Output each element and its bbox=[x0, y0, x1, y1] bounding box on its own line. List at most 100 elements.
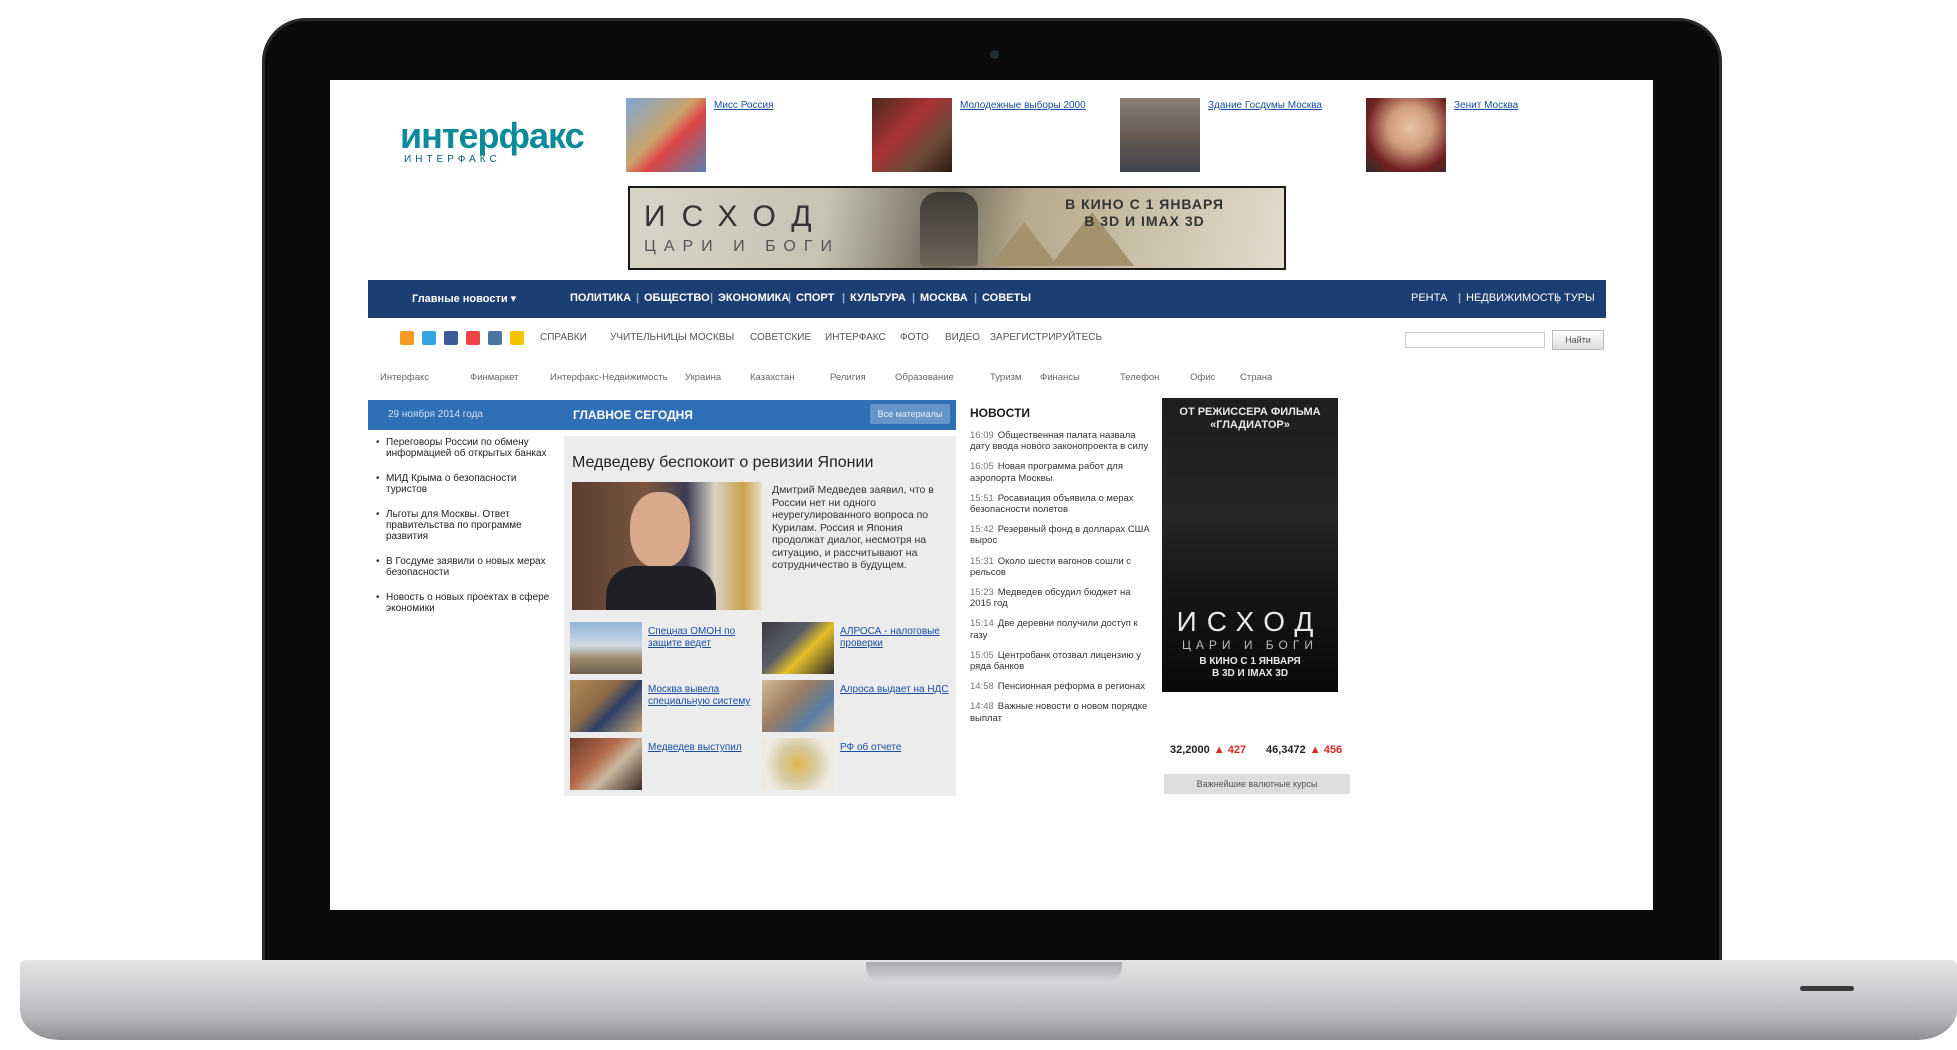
nav-item-rent[interactable]: РЕНТА bbox=[1411, 292, 1447, 304]
top-story-link[interactable]: Здание Госдумы Москва bbox=[1208, 100, 1358, 112]
site-link[interactable]: Религия bbox=[830, 372, 866, 383]
site-link[interactable]: Финмаркет bbox=[470, 372, 518, 383]
news-item[interactable]: 15:05 Центробанк отозвал лицензию у ряда … bbox=[970, 650, 1154, 672]
news-item[interactable]: 15:42 Резервный фонд в долларах США вырос bbox=[970, 524, 1154, 546]
sidebar-ad[interactable]: ОТ РЕЖИССЕРА ФИЛЬМА «ГЛАДИАТОР» ИСХОД ЦА… bbox=[1162, 398, 1338, 692]
sub-story-link[interactable]: Спецназ ОМОН по защите ведет bbox=[648, 626, 758, 650]
news-item[interactable]: 14:48 Важные новости о новом порядке выпл… bbox=[970, 701, 1154, 723]
top-story-thumb[interactable] bbox=[872, 98, 952, 172]
nav-item-tours[interactable]: ТУРЫ bbox=[1564, 292, 1595, 304]
site-link[interactable]: Телефон bbox=[1120, 372, 1159, 383]
sub-story-thumb[interactable] bbox=[762, 738, 834, 790]
link-interfax[interactable]: ИНТЕРФАКС bbox=[825, 332, 886, 343]
sub-story[interactable]: Москва вывела специальную систему bbox=[570, 680, 760, 732]
news-text[interactable]: Две деревни получили доступ к газу bbox=[970, 618, 1138, 640]
news-item[interactable]: 15:14 Две деревни получили доступ к газу bbox=[970, 618, 1154, 640]
twitter-icon[interactable] bbox=[422, 331, 436, 345]
nav-item-moscow[interactable]: МОСКВА bbox=[920, 292, 968, 304]
news-item[interactable]: 15:31 Около шести вагонов сошли с рельсов bbox=[970, 556, 1154, 578]
site-link[interactable]: Образование bbox=[895, 372, 954, 383]
news-text[interactable]: Общественная палата назвала дату ввода н… bbox=[970, 430, 1148, 452]
news-text[interactable]: Медведев обсудил бюджет на 2015 год bbox=[970, 587, 1131, 609]
news-text[interactable]: Пенсионная реформа в регионах bbox=[998, 681, 1145, 692]
sub-story-thumb[interactable] bbox=[762, 622, 834, 674]
site-link[interactable]: Интерфакс bbox=[380, 372, 429, 383]
nav-item-society[interactable]: ОБЩЕСТВО bbox=[644, 292, 710, 304]
site-link[interactable]: Казахстан bbox=[750, 372, 795, 383]
site-logo[interactable]: интерфакс ИНТЕРФАКС bbox=[400, 115, 590, 165]
site-link[interactable]: Интерфакс-Недвижимость bbox=[550, 372, 668, 383]
news-text[interactable]: Резервный фонд в долларах США вырос bbox=[970, 524, 1150, 546]
main-story-photo[interactable] bbox=[572, 482, 762, 610]
ticker-item[interactable]: 46,3472 ▲ 456 bbox=[1266, 744, 1342, 756]
sub-story-link[interactable]: Алроса выдает на НДС bbox=[840, 684, 950, 696]
link-photo[interactable]: ФОТО bbox=[900, 332, 929, 343]
facebook-icon[interactable] bbox=[444, 331, 458, 345]
link-reference[interactable]: СПРАВКИ bbox=[540, 332, 587, 343]
news-text[interactable]: Около шести вагонов сошли с рельсов bbox=[970, 556, 1131, 578]
link-video[interactable]: ВИДЕО bbox=[945, 332, 980, 343]
sub-story-thumb[interactable] bbox=[570, 738, 642, 790]
all-news-button[interactable]: Все материалы bbox=[870, 404, 950, 424]
top-story-link[interactable]: Мисс Россия bbox=[714, 100, 864, 112]
search-button[interactable]: Найти bbox=[1552, 330, 1604, 350]
link-teachers[interactable]: УЧИТЕЛЬНИЦЫ МОСКВЫ bbox=[610, 332, 734, 343]
list-item[interactable]: В Госдуме заявили о новых мерах безопасн… bbox=[376, 556, 556, 578]
list-item[interactable]: Льготы для Москвы. Ответ правительства п… bbox=[376, 509, 556, 542]
news-text[interactable]: Росавиация объявила о мерах безопасности… bbox=[970, 493, 1134, 515]
sub-story-thumb[interactable] bbox=[570, 622, 642, 674]
link-register[interactable]: ЗАРЕГИСТРИРУЙТЕСЬ bbox=[990, 332, 1102, 343]
rss-icon[interactable] bbox=[400, 331, 414, 345]
news-text[interactable]: Важные новости о новом порядке выплат bbox=[970, 701, 1147, 723]
sub-story[interactable]: Алроса выдает на НДС bbox=[762, 680, 952, 732]
site-link[interactable]: Страна bbox=[1240, 372, 1272, 383]
nav-item-realty[interactable]: НЕДВИЖИМОСТЬ bbox=[1466, 292, 1561, 304]
top-story-thumb[interactable] bbox=[1120, 98, 1200, 172]
google-icon[interactable] bbox=[466, 331, 480, 345]
nav-item-sport[interactable]: СПОРТ bbox=[796, 292, 834, 304]
news-item[interactable]: 16:05 Новая программа работ для аэропорта… bbox=[970, 461, 1154, 483]
news-item[interactable]: 14:58 Пенсионная реформа в регионах bbox=[970, 681, 1154, 692]
top-story[interactable]: Зенит Москва bbox=[1366, 98, 1606, 176]
list-item[interactable]: Новость о новых проектах в сфере экономи… bbox=[376, 592, 556, 614]
sub-story-link[interactable]: Москва вывела специальную систему bbox=[648, 684, 758, 708]
nav-item-politics[interactable]: ПОЛИТИКА bbox=[570, 292, 631, 304]
list-item[interactable]: МИД Крыма о безопасности туристов bbox=[376, 473, 556, 495]
news-item[interactable]: 15:51 Росавиация объявила о мерах безопас… bbox=[970, 493, 1154, 515]
sub-story-thumb[interactable] bbox=[570, 680, 642, 732]
top-story[interactable]: Здание Госдумы Москва bbox=[1120, 98, 1360, 176]
site-link[interactable]: Украина bbox=[685, 372, 721, 383]
nav-item-economy[interactable]: ЭКОНОМИКА bbox=[718, 292, 789, 304]
site-link[interactable]: Туризм bbox=[990, 372, 1021, 383]
sub-story-thumb[interactable] bbox=[762, 680, 834, 732]
top-story-link[interactable]: Молодежные выборы 2000 bbox=[960, 100, 1110, 112]
sub-story-link[interactable]: АЛРОСА - налоговые проверки bbox=[840, 626, 950, 650]
sub-story[interactable]: РФ об отчете bbox=[762, 738, 952, 790]
search-input[interactable] bbox=[1405, 332, 1545, 348]
sub-story[interactable]: АЛРОСА - налоговые проверки bbox=[762, 622, 952, 674]
top-story[interactable]: Мисс Россия bbox=[626, 98, 866, 176]
nav-item-culture[interactable]: КУЛЬТУРА bbox=[850, 292, 906, 304]
site-link[interactable]: Финансы bbox=[1040, 372, 1080, 383]
news-item[interactable]: 16:09 Общественная палата назвала дату вв… bbox=[970, 430, 1154, 452]
nav-item-advice[interactable]: СОВЕТЫ bbox=[982, 292, 1031, 304]
sub-story-link[interactable]: РФ об отчете bbox=[840, 742, 950, 754]
ticker-item[interactable]: 32,2000 ▲ 427 bbox=[1170, 744, 1246, 756]
list-item[interactable]: Переговоры России по обмену информацией … bbox=[376, 437, 556, 459]
top-story-link[interactable]: Зенит Москва bbox=[1454, 100, 1604, 112]
banner-ad[interactable]: ИСХОД ЦАРИ И БОГИ В КИНО С 1 ЯНВАРЯ В 3D… bbox=[628, 186, 1286, 270]
site-link[interactable]: Офис bbox=[1190, 372, 1215, 383]
main-story-title[interactable]: Медведеву беспокоит о ревизии Японии bbox=[572, 454, 873, 472]
top-story[interactable]: Молодежные выборы 2000 bbox=[872, 98, 1112, 176]
news-text[interactable]: Центробанк отозвал лицензию у ряда банко… bbox=[970, 650, 1141, 672]
currency-rates-bar[interactable]: Важнейшие валютные курсы bbox=[1164, 774, 1350, 794]
news-item[interactable]: 15:23 Медведев обсудил бюджет на 2015 год bbox=[970, 587, 1154, 609]
nav-regions-dropdown[interactable]: Главные новости ▾ bbox=[412, 292, 516, 305]
mail-icon[interactable] bbox=[510, 331, 524, 345]
vk-icon[interactable] bbox=[488, 331, 502, 345]
sub-story[interactable]: Спецназ ОМОН по защите ведет bbox=[570, 622, 760, 674]
top-story-thumb[interactable] bbox=[626, 98, 706, 172]
link-soviet[interactable]: СОВЕТСКИЕ bbox=[750, 332, 811, 343]
top-story-thumb[interactable] bbox=[1366, 98, 1446, 172]
sub-story[interactable]: Медведев выступил bbox=[570, 738, 760, 790]
